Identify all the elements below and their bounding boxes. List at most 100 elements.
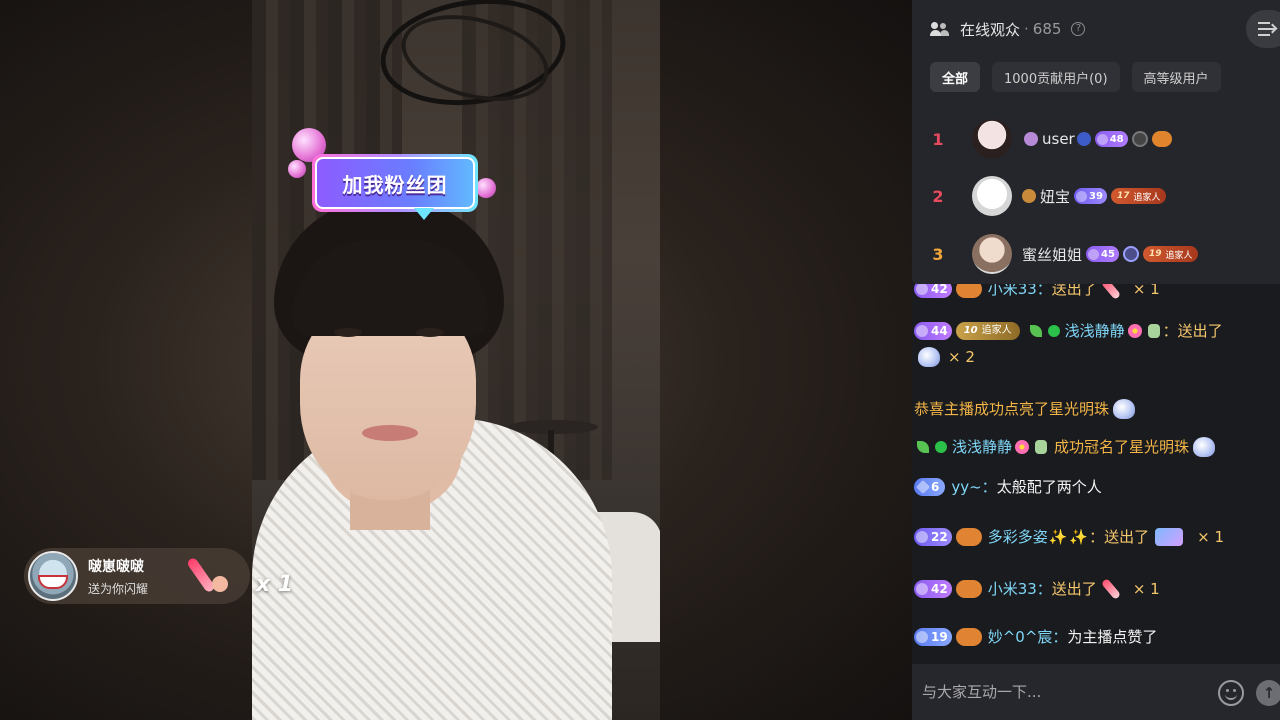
chat-message: 22 多彩多姿 ✨ ✨ ：送出了 × 1 <box>914 526 1278 548</box>
avatar <box>972 176 1012 216</box>
join-fan-club-button[interactable]: 加我粉丝团 <box>312 154 478 212</box>
level-badge: 19 <box>914 628 952 646</box>
gift-quantity: × 2 <box>948 348 975 366</box>
chat-feed[interactable]: 42 小米33： 送出了 × 1 44 10追家人 浅浅静静 ：送出了 × 2 <box>912 276 1280 662</box>
system-notice: 恭喜主播成功点亮了星光明珠 <box>914 400 1110 418</box>
sparkle-icon: ✨ <box>1048 528 1068 546</box>
chat-username[interactable]: yy~： <box>951 476 996 498</box>
decoration-icon <box>1076 132 1091 146</box>
viewer-rank-row[interactable]: 2 妞宝 39 17 追家人 <box>912 171 1280 221</box>
avatar <box>972 234 1012 274</box>
fan-club-badge: 19 追家人 <box>1142 246 1199 262</box>
send-icon[interactable]: ↑ <box>1256 680 1280 706</box>
collapse-icon <box>1258 22 1278 36</box>
leaf-icon <box>917 441 929 453</box>
avatar <box>28 551 78 601</box>
chat-message: 6 yy~： 太般配了两个人 <box>914 476 1278 498</box>
people-icon <box>930 22 950 36</box>
streamer-eye <box>416 328 444 337</box>
chat-username[interactable]: 浅浅静静 <box>952 436 1012 458</box>
badge-bubble-tail <box>414 208 434 220</box>
star-pearl-gift-icon <box>1113 399 1136 419</box>
decoration-icon <box>1024 132 1038 146</box>
fan-heart-badge <box>1151 131 1172 147</box>
viewer-rank-row[interactable]: 1 user 48 <box>912 114 1280 164</box>
level-badge: 44 <box>914 322 952 340</box>
viewer-filter-tabs: 全部 1000贡献用户(0) 高等级用户 <box>930 62 1221 92</box>
viewer-name: 妞宝 <box>1040 187 1071 206</box>
chat-input-bar: ↑ <box>912 664 1280 720</box>
live-stream-page: 加我粉丝团 啵崽啵啵 送为你闪耀 x 1 在线观众 · 685 ? 全部 100… <box>0 0 1280 720</box>
plant-icon <box>1035 440 1048 454</box>
fan-heart-badge <box>955 580 982 598</box>
gift-quantity: × 1 <box>1197 528 1224 546</box>
streamer-mouth <box>362 425 418 441</box>
chat-message: 44 10 追家人 浅浅静静 ：送出了 × 2 <box>914 320 1278 368</box>
level-badge: 48 <box>1094 131 1128 147</box>
viewers-title: 在线观众 <box>960 20 1021 39</box>
side-panel: 在线观众 · 685 ? 全部 1000贡献用户(0) 高等级用户 1 user <box>912 0 1280 720</box>
streamer-eye <box>334 328 362 337</box>
leaf-icon <box>1029 325 1042 337</box>
chat-username[interactable]: 浅浅静静 <box>1065 320 1125 342</box>
join-fan-club-label: 加我粉丝团 <box>315 157 475 209</box>
glow-wand-gift-icon <box>1100 578 1121 600</box>
viewer-name: 蜜丝姐姐 <box>1022 245 1083 264</box>
clover-icon <box>935 441 947 453</box>
gift-sender-name: 啵崽啵啵 <box>88 558 144 575</box>
tab-all[interactable]: 全部 <box>930 62 981 92</box>
tab-high-level[interactable]: 高等级用户 <box>1131 62 1221 92</box>
chat-input[interactable] <box>922 674 1212 710</box>
viewers-count: 685 <box>1032 20 1062 38</box>
cookie-icon <box>1022 189 1036 203</box>
chat-action: ：送出了 <box>1089 528 1150 546</box>
chat-message: 19 妙^0^宸： 为主播点赞了 <box>914 626 1278 648</box>
glow-wand-hand-icon <box>212 576 228 592</box>
fan-club-badge: 17 追家人 <box>1110 188 1167 204</box>
fan-club-badge: 10 追家人 <box>955 322 1020 340</box>
plant-icon <box>1147 324 1160 338</box>
honor-icon <box>1122 246 1139 262</box>
gift-count: x 1 <box>256 572 294 597</box>
disco-ball-icon <box>476 178 496 198</box>
level-badge: 6 <box>914 478 946 496</box>
chat-action: ：送出了 <box>1162 322 1223 340</box>
chat-username[interactable]: 妙^0^宸： <box>988 626 1068 648</box>
gift-quantity: × 1 <box>1132 580 1160 598</box>
chat-notice: 浅浅静静 成功冠名了星光明珠 <box>914 436 1278 458</box>
avatar <box>972 119 1012 159</box>
rank-number: 1 <box>932 129 944 149</box>
disco-ball-icon <box>288 160 306 178</box>
fan-heart-badge <box>955 628 982 646</box>
gift-description: 送为你闪耀 <box>88 581 149 596</box>
chat-username[interactable]: 多彩多姿 <box>988 526 1048 548</box>
chat-notice: 恭喜主播成功点亮了星光明珠 <box>914 398 1278 420</box>
viewers-header: 在线观众 · 685 ? <box>930 18 1086 40</box>
live-video[interactable]: 加我粉丝团 <box>252 0 660 720</box>
chat-text: 为主播点赞了 <box>1067 628 1158 646</box>
honor-icon <box>1131 131 1148 147</box>
clover-icon <box>1047 325 1060 337</box>
rank-number: 2 <box>932 186 944 206</box>
fan-heart-badge <box>955 528 982 546</box>
chat-action: 送出了 <box>1051 580 1097 598</box>
level-badge: 42 <box>914 580 952 598</box>
online-viewers-panel: 在线观众 · 685 ? 全部 1000贡献用户(0) 高等级用户 1 user <box>912 0 1280 284</box>
chat-username[interactable]: 小米33： <box>988 578 1052 600</box>
tab-top-contributors[interactable]: 1000贡献用户(0) <box>992 62 1120 92</box>
sparkle-icon: ✨ <box>1069 528 1089 546</box>
star-pearl-gift-icon <box>1193 437 1216 457</box>
card-gift-icon <box>1155 528 1184 546</box>
collapse-panel-button[interactable] <box>1246 10 1280 48</box>
help-icon[interactable]: ? <box>1071 22 1086 36</box>
star-pearl-gift-icon <box>918 347 940 367</box>
level-badge: 22 <box>914 528 952 546</box>
chat-text: 太般配了两个人 <box>996 478 1102 496</box>
level-badge: 45 <box>1086 246 1119 262</box>
system-notice: 成功冠名了星光明珠 <box>1054 438 1190 456</box>
viewer-rank-row[interactable]: 3 蜜丝姐姐 45 19 追家人 <box>912 229 1280 279</box>
rank-number: 3 <box>932 244 944 264</box>
chat-message: 42 小米33： 送出了 × 1 <box>914 578 1278 600</box>
viewer-name: user <box>1042 130 1075 148</box>
emoji-icon[interactable] <box>1218 680 1244 706</box>
